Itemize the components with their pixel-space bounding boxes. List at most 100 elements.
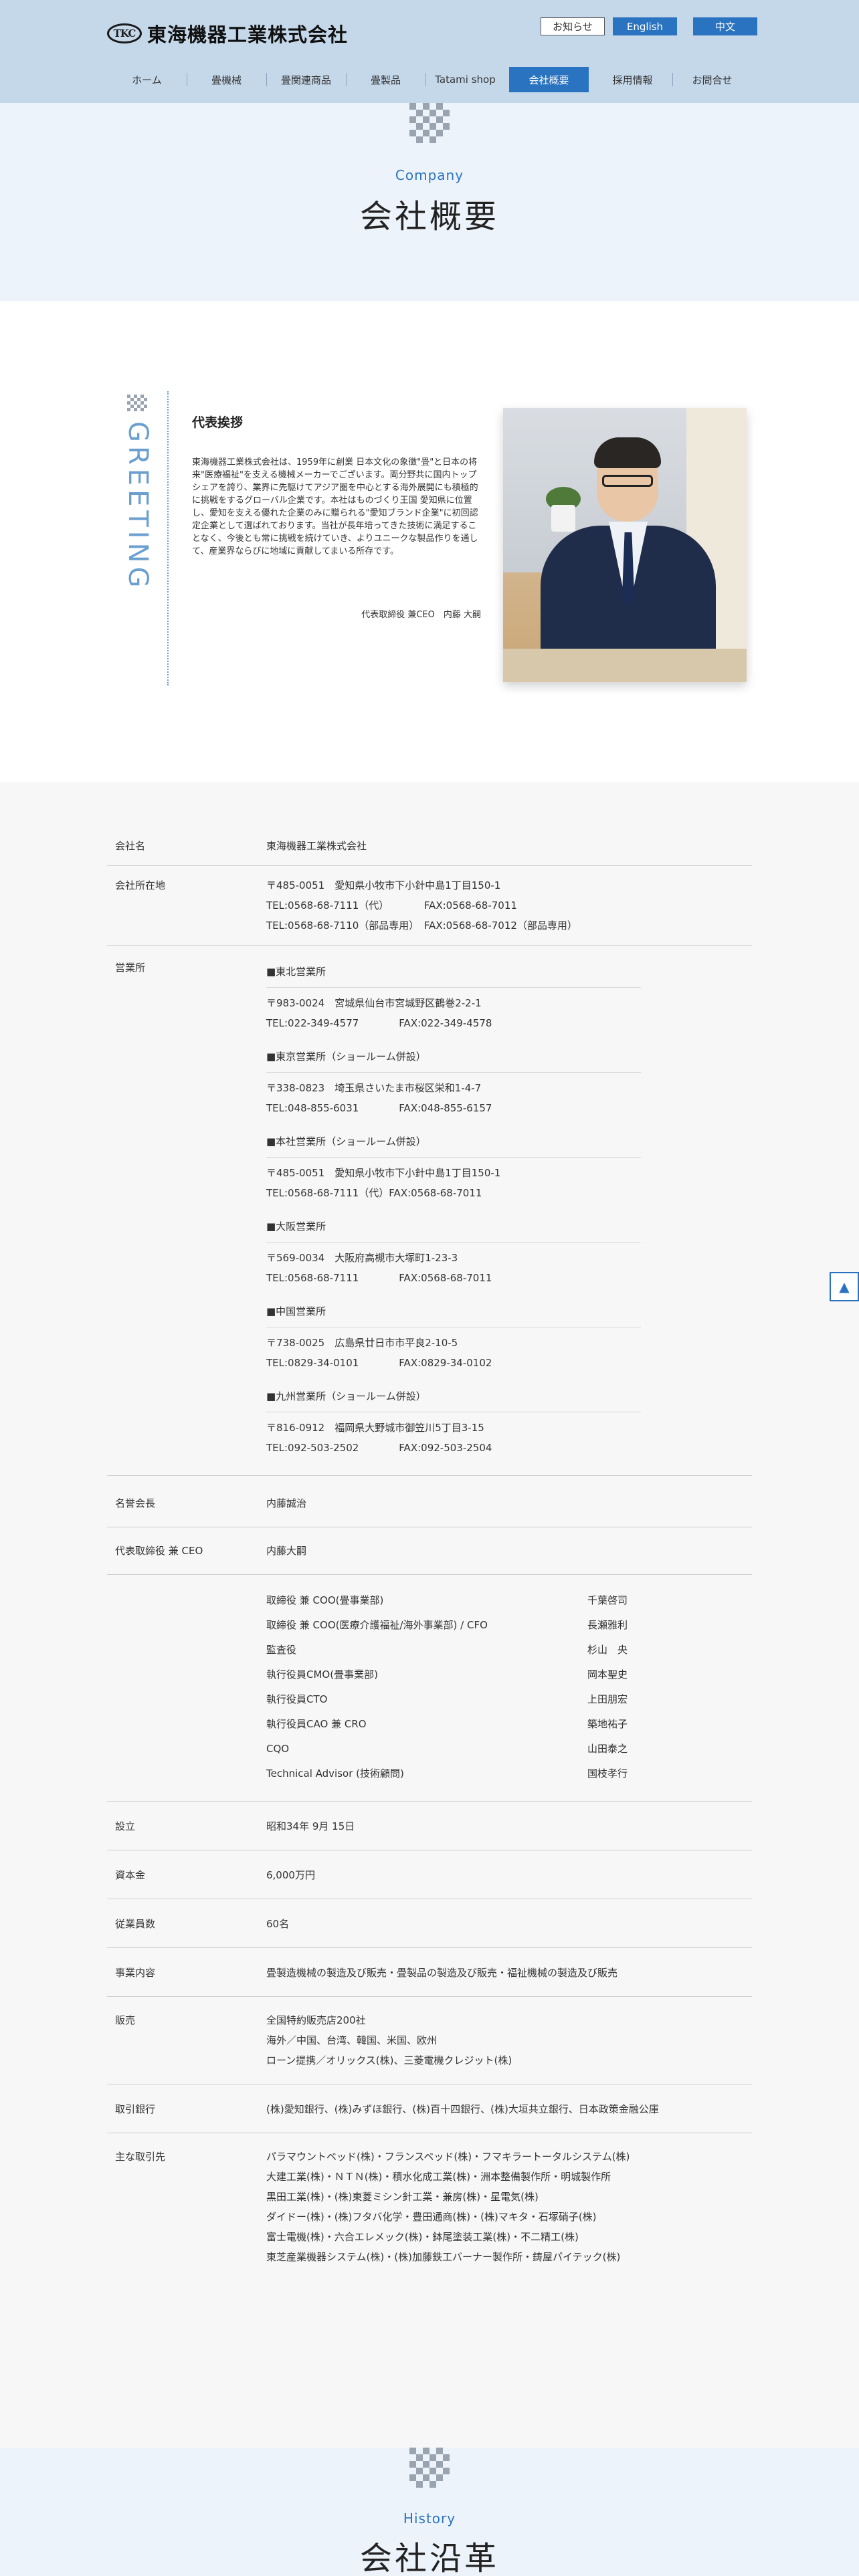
office-address: 〒338-0823 埼玉県さいたま市桜区栄和1-4-7 — [266, 1082, 482, 1094]
officer-role: Technical Advisor (技術顧問) — [266, 1767, 404, 1780]
officer-role: 監査役 — [266, 1644, 297, 1656]
office-phone: TEL:0829-34-0101 FAX:0829-34-0102 — [266, 1357, 492, 1369]
offices-list: ■東北営業所 〒983-0024 宮城県仙台市宮城野区鶴巻2-2-1 TEL:0… — [266, 958, 641, 1458]
office-phone: TEL:048-855-6031 FAX:048-855-6157 — [266, 1102, 492, 1114]
row-label: 事業内容 — [115, 1967, 156, 1979]
office-detail: 〒983-0024 宮城県仙台市宮城野区鶴巻2-2-1 TEL:022-349-… — [266, 988, 641, 1043]
english-button[interactable]: English — [613, 17, 677, 35]
partners-line: 東芝産業機器システム(株)・(株)加藤鉄工バーナー製作所・鋳屋パイテック(株) — [266, 2251, 621, 2263]
sales-line: 全国特約販売店200社 — [266, 2014, 366, 2026]
officer-role: 取締役 兼 COO(医療介護福祉/海外事業部) / CFO — [266, 1619, 488, 1631]
nav-item-contact[interactable]: お問合せ — [672, 67, 752, 92]
office-name: ■大阪営業所 — [266, 1212, 641, 1243]
address-line: TEL:0568-68-7111（代） FAX:0568-68-7011 — [266, 899, 517, 911]
global-nav: ホーム 畳機械 畳関連商品 畳製品 Tatami shop 会社概要 採用情報 … — [107, 67, 752, 92]
ceo-photo — [503, 408, 747, 682]
checker-pattern — [409, 2448, 450, 2488]
partners-line: 黒田工業(株)・(株)東菱ミシン針工業・兼房(株)・星電気(株) — [266, 2191, 539, 2203]
officer-name: 山田泰之 — [587, 1743, 628, 1755]
row-partners: 主な取引先 パラマウントベッド(株)・フランスベッド(株)・フマキラートータルシ… — [107, 2133, 752, 2280]
row-sales: 販売 全国特約販売店200社 海外／中国、台湾、韓国、米国、欧州 ローン提携／オ… — [107, 1997, 752, 2084]
company-info-section: 会社名 東海機器工業株式会社 会社所在地 〒485-0051 愛知県小牧市下小針… — [0, 782, 859, 2448]
nav-item-recruit[interactable]: 採用情報 — [593, 67, 672, 92]
page-top-button[interactable]: ▲ — [830, 1272, 859, 1301]
page-title: 会社概要 — [359, 198, 499, 235]
officer-name: 杉山 央 — [587, 1644, 628, 1656]
office-name: ■九州営業所（ショールーム併設） — [266, 1382, 641, 1412]
officer-item: 執行役員CAO 兼 CRO 築地祐子 — [266, 1712, 654, 1737]
officer-role: 取締役 兼 COO(畳事業部) — [266, 1594, 384, 1606]
row-label: 会社名 — [115, 840, 146, 852]
row-value: 畳製造機械の製造及び販売・畳製品の製造及び販売・福祉機械の製造及び販売 — [266, 1967, 618, 1979]
row-employees: 従業員数 60名 — [107, 1899, 752, 1948]
row-company-name: 会社名 東海機器工業株式会社 — [107, 827, 752, 866]
officer-item: 取締役 兼 COO(医療介護福祉/海外事業部) / CFO 長瀬雅利 — [266, 1613, 654, 1638]
history-title: 会社沿革 — [359, 2540, 499, 2576]
row-label: 資本金 — [115, 1869, 146, 1881]
sales-line: ローン提携／オリックス(株)、三菱電機クレジット(株) — [266, 2054, 512, 2066]
officer-item: CQO 山田泰之 — [266, 1737, 654, 1761]
officer-name: 岡本聖史 — [587, 1669, 628, 1681]
officer-name: 上田朋宏 — [587, 1693, 628, 1705]
greeting-vertical-label: GREETING — [122, 421, 153, 592]
nav-item-tatami-shop[interactable]: Tatami shop — [425, 67, 505, 92]
chinese-button[interactable]: 中文 — [693, 17, 757, 35]
row-capital: 資本金 6,000万円 — [107, 1850, 752, 1899]
section-subtitle: Company — [395, 167, 464, 183]
row-value: (株)愛知銀行、(株)みずほ銀行、(株)百十四銀行、(株)大垣共立銀行、日本政策… — [266, 2103, 659, 2115]
office-detail: 〒816-0912 福岡県大野城市御笠川5丁目3-15 TEL:092-503-… — [266, 1412, 641, 1458]
row-value: 〒485-0051 愛知県小牧市下小針中島1丁目150-1 TEL:0568-6… — [266, 875, 752, 936]
officer-role: CQO — [266, 1743, 290, 1755]
address-line: TEL:0568-68-7110（部品専用） FAX:0568-68-7012（… — [266, 920, 577, 932]
officer-item: Technical Advisor (技術顧問) 国枝孝行 — [266, 1761, 654, 1786]
office-detail: 〒485-0051 愛知県小牧市下小針中島1丁目150-1 TEL:0568-6… — [266, 1158, 641, 1212]
officer-name: 長瀬雅利 — [587, 1619, 628, 1631]
logo-text: 東海機器工業株式会社 — [147, 23, 349, 46]
officer-name: 国枝孝行 — [587, 1767, 628, 1780]
nav-item-home[interactable]: ホーム — [107, 67, 187, 92]
row-label: 取引銀行 — [115, 2103, 156, 2115]
row-label: 代表取締役 兼 CEO — [115, 1545, 203, 1557]
office-name: ■東京営業所（ショールーム併設） — [266, 1043, 641, 1073]
office-phone: TEL:092-503-2502 FAX:092-503-2504 — [266, 1442, 492, 1454]
nav-item-tatami-products[interactable]: 畳製品 — [346, 67, 425, 92]
officer-name: 千葉啓司 — [587, 1594, 628, 1606]
language-bar: お知らせ English 中文 — [541, 17, 757, 35]
partners-line: ダイドー(株)・(株)フタバ化学・豊田通商(株)・(株)マキタ・石塚硝子(株) — [266, 2211, 597, 2223]
row-founded: 設立 昭和34年 9月 15日 — [107, 1802, 752, 1850]
greeting-signature: 代表取締役 兼CEO 内藤 大嗣 — [361, 610, 481, 620]
sales-line: 海外／中国、台湾、韓国、米国、欧州 — [266, 2034, 438, 2046]
nav-item-tatami-machines[interactable]: 畳機械 — [187, 67, 266, 92]
office-name: ■東北営業所 — [266, 958, 641, 988]
small-checker-pattern — [127, 395, 147, 415]
row-value: 昭和34年 9月 15日 — [266, 1820, 355, 1832]
office-detail: 〒738-0025 広島県廿日市市平良2-10-5 TEL:0829-34-01… — [266, 1327, 641, 1382]
address-line: 〒485-0051 愛知県小牧市下小針中島1丁目150-1 — [266, 879, 501, 891]
office-name: ■本社営業所（ショールーム併設） — [266, 1128, 641, 1158]
row-label: 名誉会長 — [115, 1497, 156, 1509]
company-logo[interactable]: TKC 東海機器工業株式会社 — [107, 19, 348, 48]
nav-item-company[interactable]: 会社概要 — [509, 67, 589, 92]
news-button[interactable]: お知らせ — [541, 17, 605, 35]
row-label: 主な取引先 — [115, 2151, 166, 2163]
row-value: 6,000万円 — [266, 1869, 315, 1881]
partners-line: 富士電機(株)・六合エレメック(株)・鉢尾塗装工業(株)・不二精工(株) — [266, 2231, 579, 2243]
office-phone: TEL:0568-68-7111 FAX:0568-68-7011 — [266, 1272, 492, 1284]
office-phone: TEL:0568-68-7111（代）FAX:0568-68-7011 — [266, 1187, 482, 1199]
row-business: 事業内容 畳製造機械の製造及び販売・畳製品の製造及び販売・福祉機械の製造及び販売 — [107, 1948, 752, 1997]
row-label: 販売 — [115, 2014, 136, 2026]
row-offices: 営業所 ■東北営業所 〒983-0024 宮城県仙台市宮城野区鶴巻2-2-1 T… — [107, 946, 752, 1476]
officer-role: 執行役員CAO 兼 CRO — [266, 1718, 367, 1730]
nav-item-tatami-related[interactable]: 畳関連商品 — [266, 67, 346, 92]
row-value: 全国特約販売店200社 海外／中国、台湾、韓国、米国、欧州 ローン提携／オリック… — [266, 2010, 752, 2070]
row-value: 60名 — [266, 1918, 290, 1930]
row-value: 内藤誠治 — [266, 1497, 307, 1509]
greeting-title: 代表挨拶 — [192, 415, 244, 430]
row-label: 営業所 — [115, 962, 146, 974]
row-honorary-chairman: 名誉会長 内藤誠治 — [107, 1476, 752, 1527]
checker-pattern — [409, 103, 450, 143]
office-phone: TEL:022-349-4577 FAX:022-349-4578 — [266, 1017, 492, 1029]
row-address: 会社所在地 〒485-0051 愛知県小牧市下小針中島1丁目150-1 TEL:… — [107, 866, 752, 946]
officer-item: 執行役員CTO 上田朋宏 — [266, 1687, 654, 1712]
office-detail: 〒338-0823 埼玉県さいたま市桜区栄和1-4-7 TEL:048-855-… — [266, 1073, 641, 1128]
